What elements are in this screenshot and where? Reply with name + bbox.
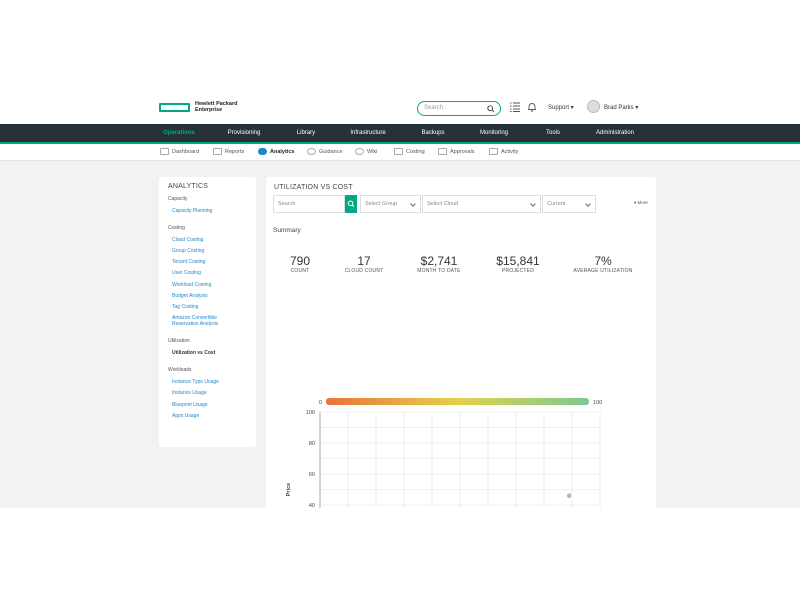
subnav-wiki-label: Wiki [367, 149, 378, 155]
sidebar-section-utilization: Utilization [168, 338, 190, 344]
sidebar-item-group-costing[interactable]: Group Costing [172, 248, 252, 254]
user-menu[interactable]: Brad Parks ▾ [604, 104, 638, 111]
nav-library[interactable]: Library [297, 124, 315, 142]
sidebar-section-workloads: Workloads [168, 367, 192, 373]
color-scale-min-label: 0 [319, 400, 322, 406]
subnav-analytics-label: Analytics [270, 149, 295, 155]
subnav-activity[interactable]: Activity [489, 144, 518, 161]
nav-backups[interactable]: Backups [421, 124, 444, 142]
search-placeholder: Search [424, 105, 444, 111]
y-axis-label: Price [286, 483, 292, 496]
subnav-analytics[interactable]: Analytics [258, 144, 294, 161]
subnav-costing[interactable]: Costing [394, 144, 425, 161]
sidebar-item-instance-usage[interactable]: Instance Usage [172, 390, 252, 396]
sidebar-item-workload-costing[interactable]: Workload Costing [172, 282, 252, 288]
approvals-icon [438, 148, 447, 156]
logo-line2: Enterprise [195, 107, 223, 113]
color-scale-max-label: 100 [593, 400, 602, 406]
logo-text: Hewlett Packard Enterprise [195, 101, 238, 113]
activity-icon [489, 148, 498, 156]
sidebar-item-budget-analysis[interactable]: Budget Analysis [172, 293, 252, 299]
subnav-guidance-label: Guidance [319, 149, 343, 155]
guidance-icon [307, 148, 316, 156]
sidebar-item-blueprint-usage[interactable]: Blueprint Usage [172, 402, 252, 408]
y-tick-label: 40 [309, 503, 315, 508]
logo-mark [159, 103, 190, 112]
nav-infrastructure[interactable]: Infrastructure [350, 124, 385, 142]
costing-icon [394, 148, 403, 156]
analytics-sidebar: ANALYTICS Capacity Capacity Planning Cos… [159, 177, 256, 447]
nav-provisioning[interactable]: Provisioning [228, 124, 261, 142]
subnav-guidance[interactable]: Guidance [307, 144, 343, 161]
subnav-reports[interactable]: Reports [213, 144, 244, 161]
subnav-dashboard[interactable]: Dashboard [160, 144, 199, 161]
avatar[interactable] [587, 100, 600, 113]
scatter-point [566, 493, 572, 499]
nav-administration[interactable]: Administration [596, 124, 634, 142]
subnav-activity-label: Activity [501, 149, 519, 155]
y-tick-label: 60 [309, 472, 315, 478]
search-icon[interactable] [487, 105, 495, 113]
subnav-approvals[interactable]: Approvals [438, 144, 474, 161]
sidebar-item-utilization-vs-cost[interactable]: Utilization vs Cost [172, 350, 252, 356]
utilization-panel: UTILIZATION VS COST Search Select Group … [266, 177, 656, 508]
nav-monitoring[interactable]: Monitoring [480, 124, 508, 142]
sidebar-item-instance-type-usage[interactable]: Instance Type Usage [172, 379, 252, 385]
main-nav: Operations Provisioning Library Infrastr… [0, 124, 800, 142]
subnav-reports-label: Reports [225, 149, 245, 155]
reports-icon [213, 148, 222, 156]
subnav-costing-label: Costing [406, 149, 425, 155]
sidebar-item-amazon-convertible[interactable]: Amazon Convertible Reservation Analysis [172, 315, 232, 327]
utilization-vs-cost-chart: 0100020406080100020406080100UtilizationP… [286, 398, 602, 508]
analytics-icon [258, 148, 267, 156]
support-menu[interactable]: Support ▾ [548, 104, 574, 111]
color-scale-bar [326, 398, 589, 405]
y-tick-label: 80 [309, 441, 315, 447]
sidebar-item-user-costing[interactable]: User Costing [172, 270, 252, 276]
sidebar-item-capacity-planning[interactable]: Capacity Planning [172, 208, 252, 214]
sidebar-section-costing: Costing [168, 225, 185, 231]
bell-icon[interactable] [527, 102, 537, 112]
sidebar-title: ANALYTICS [168, 183, 209, 190]
sidebar-item-tenant-costing[interactable]: Tenant Costing [172, 259, 252, 265]
hpe-logo[interactable]: Hewlett Packard Enterprise [159, 101, 239, 117]
sidebar-item-apps-usage[interactable]: Apps Usage [172, 413, 252, 419]
sidebar-section-capacity: Capacity [168, 196, 188, 202]
top-bar: Hewlett Packard Enterprise Search Suppor… [0, 92, 800, 124]
nav-operations[interactable]: Operations [163, 124, 195, 142]
sidebar-item-tag-costing[interactable]: Tag Costing [172, 304, 252, 310]
y-tick-label: 100 [306, 410, 315, 416]
subnav-approvals-label: Approvals [450, 149, 475, 155]
list-icon[interactable] [510, 102, 520, 112]
nav-tools[interactable]: Tools [546, 124, 560, 142]
wiki-icon [355, 148, 364, 156]
sub-nav: Dashboard Reports Analytics Guidance Wik… [0, 144, 800, 161]
sidebar-item-cloud-costing[interactable]: Cloud Costing [172, 237, 252, 243]
search-box[interactable]: Search [417, 101, 501, 116]
subnav-dashboard-label: Dashboard [172, 149, 199, 155]
app-window: Hewlett Packard Enterprise Search Suppor… [0, 92, 800, 508]
subnav-wiki[interactable]: Wiki [355, 144, 377, 161]
dashboard-icon [160, 148, 169, 156]
